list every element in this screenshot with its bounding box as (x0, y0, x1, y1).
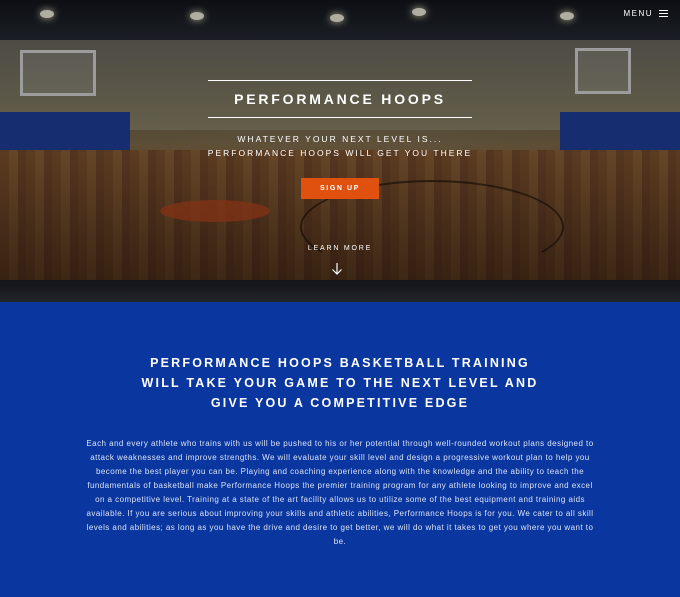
learn-more-link[interactable]: LEARN MORE (0, 245, 680, 252)
intro-section: PERFORMANCE HOOPS BASKETBALL TRAINING WI… (0, 302, 680, 597)
hero-title: PERFORMANCE HOOPS (234, 91, 446, 107)
sign-up-button[interactable]: SIGN UP (301, 178, 379, 199)
menu-button[interactable]: MENU (623, 9, 668, 18)
intro-body: Each and every athlete who trains with u… (86, 439, 594, 546)
intro-heading: PERFORMANCE HOOPS BASKETBALL TRAINING WI… (0, 353, 680, 413)
hamburger-icon (659, 10, 668, 17)
intro-heading-line3: GIVE YOU A COMPETITIVE EDGE (210, 396, 470, 410)
hero-title-frame: PERFORMANCE HOOPS (208, 80, 472, 118)
menu-label: MENU (623, 9, 653, 18)
hero-tagline-line2: PERFORMANCE HOOPS WILL GET YOU THERE (207, 148, 473, 158)
arrow-down-icon[interactable] (331, 262, 343, 276)
hero-section: MENU PERFORMANCE HOOPS WHATEVER YOUR NEX… (0, 0, 680, 302)
intro-heading-line1: PERFORMANCE HOOPS BASKETBALL TRAINING (150, 356, 530, 370)
hero-tagline-line1: WHATEVER YOUR NEXT LEVEL IS... (237, 134, 443, 144)
intro-heading-line2: WILL TAKE YOUR GAME TO THE NEXT LEVEL AN… (141, 376, 539, 390)
